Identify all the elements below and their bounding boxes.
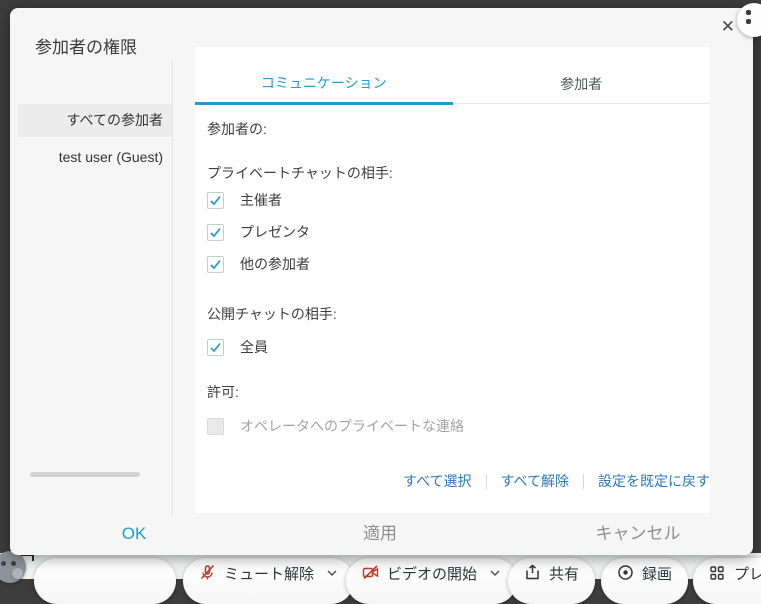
start-video-button[interactable]: ビデオの開始	[346, 558, 517, 604]
select-all-link[interactable]: すべて選択	[389, 471, 485, 491]
checkbox-row-other-participants[interactable]: 他の参加者	[207, 254, 310, 274]
checkbox-label: 全員	[240, 337, 268, 357]
apps-label: プレ	[734, 563, 761, 584]
tab-bar: コミュニケーション 参加者	[195, 47, 710, 104]
deselect-all-link[interactable]: すべて解除	[487, 471, 583, 491]
checkbox-checked-icon[interactable]	[207, 224, 224, 241]
tab-communication[interactable]: コミュニケーション	[195, 47, 453, 105]
unmute-button[interactable]: ミュート解除	[183, 558, 354, 604]
record-label: 録画	[642, 563, 672, 584]
toolbar-hidden-button[interactable]	[34, 558, 176, 604]
sidebar-item-all-participants[interactable]: すべての参加者	[18, 104, 172, 137]
checkbox-row-everyone[interactable]: 全員	[207, 337, 268, 357]
checkbox-checked-icon[interactable]	[207, 192, 224, 209]
sidebar-item-test-user[interactable]: test user (Guest)	[18, 144, 172, 171]
participant-of-label: 参加者の:	[207, 119, 267, 139]
checkbox-label: オペレータへのプライベートな連絡	[240, 416, 464, 436]
reset-to-default-link[interactable]: 設定を既定に戻す	[584, 471, 724, 491]
checkbox-checked-icon[interactable]	[207, 339, 224, 356]
unmute-label: ミュート解除	[224, 563, 314, 584]
share-label: 共有	[549, 563, 579, 584]
chevron-down-icon[interactable]	[326, 567, 338, 579]
dialog-title: 参加者の権限	[35, 33, 137, 58]
video-off-icon	[362, 564, 379, 581]
start-video-label: ビデオの開始	[387, 563, 477, 584]
tab-participants[interactable]: 参加者	[453, 47, 711, 103]
mic-off-icon	[199, 564, 216, 581]
checkbox-disabled-icon	[207, 418, 224, 435]
avatar-bubble-dot	[12, 568, 23, 579]
share-icon	[524, 564, 541, 581]
close-icon[interactable]: ✕	[717, 16, 739, 37]
allow-group-label: 許可:	[207, 382, 239, 402]
checkbox-row-presenter[interactable]: プレゼンタ	[207, 222, 310, 242]
record-icon	[617, 564, 634, 581]
record-button[interactable]: 録画	[601, 558, 688, 604]
grid-icon	[709, 564, 726, 581]
checkbox-checked-icon[interactable]	[207, 256, 224, 273]
apply-button[interactable]: 適用	[338, 519, 422, 544]
participant-privileges-dialog: ✕ 参加者の権限 すべての参加者 test user (Guest) コミュニケ…	[10, 8, 753, 555]
share-button[interactable]: 共有	[508, 558, 595, 604]
checkbox-label: プレゼンタ	[240, 222, 310, 242]
privileges-panel: コミュニケーション 参加者 参加者の: プライベートチャットの相手: 主催者 プ…	[195, 47, 710, 513]
cancel-button[interactable]: キャンセル	[584, 519, 692, 544]
cursor-mark	[21, 554, 34, 561]
public-chat-group-label: 公開チャットの相手:	[207, 304, 337, 324]
ok-button[interactable]: OK	[103, 524, 165, 544]
checkbox-label: 他の参加者	[240, 254, 310, 274]
sidebar-horizontal-scrollbar[interactable]	[30, 472, 140, 477]
dots-icon	[746, 10, 751, 15]
checkbox-row-operator-private-contact: オペレータへのプライベートな連絡	[207, 416, 464, 436]
sidebar-divider	[172, 60, 173, 516]
checkbox-row-host[interactable]: 主催者	[207, 190, 282, 210]
chevron-down-icon[interactable]	[489, 567, 501, 579]
apps-button[interactable]: プレ	[693, 558, 761, 604]
bulk-action-links: すべて選択 すべて解除 設定を既定に戻す	[389, 471, 724, 491]
private-chat-group-label: プライベートチャットの相手:	[207, 163, 393, 183]
dots-icon	[746, 19, 751, 24]
checkbox-label: 主催者	[240, 190, 282, 210]
